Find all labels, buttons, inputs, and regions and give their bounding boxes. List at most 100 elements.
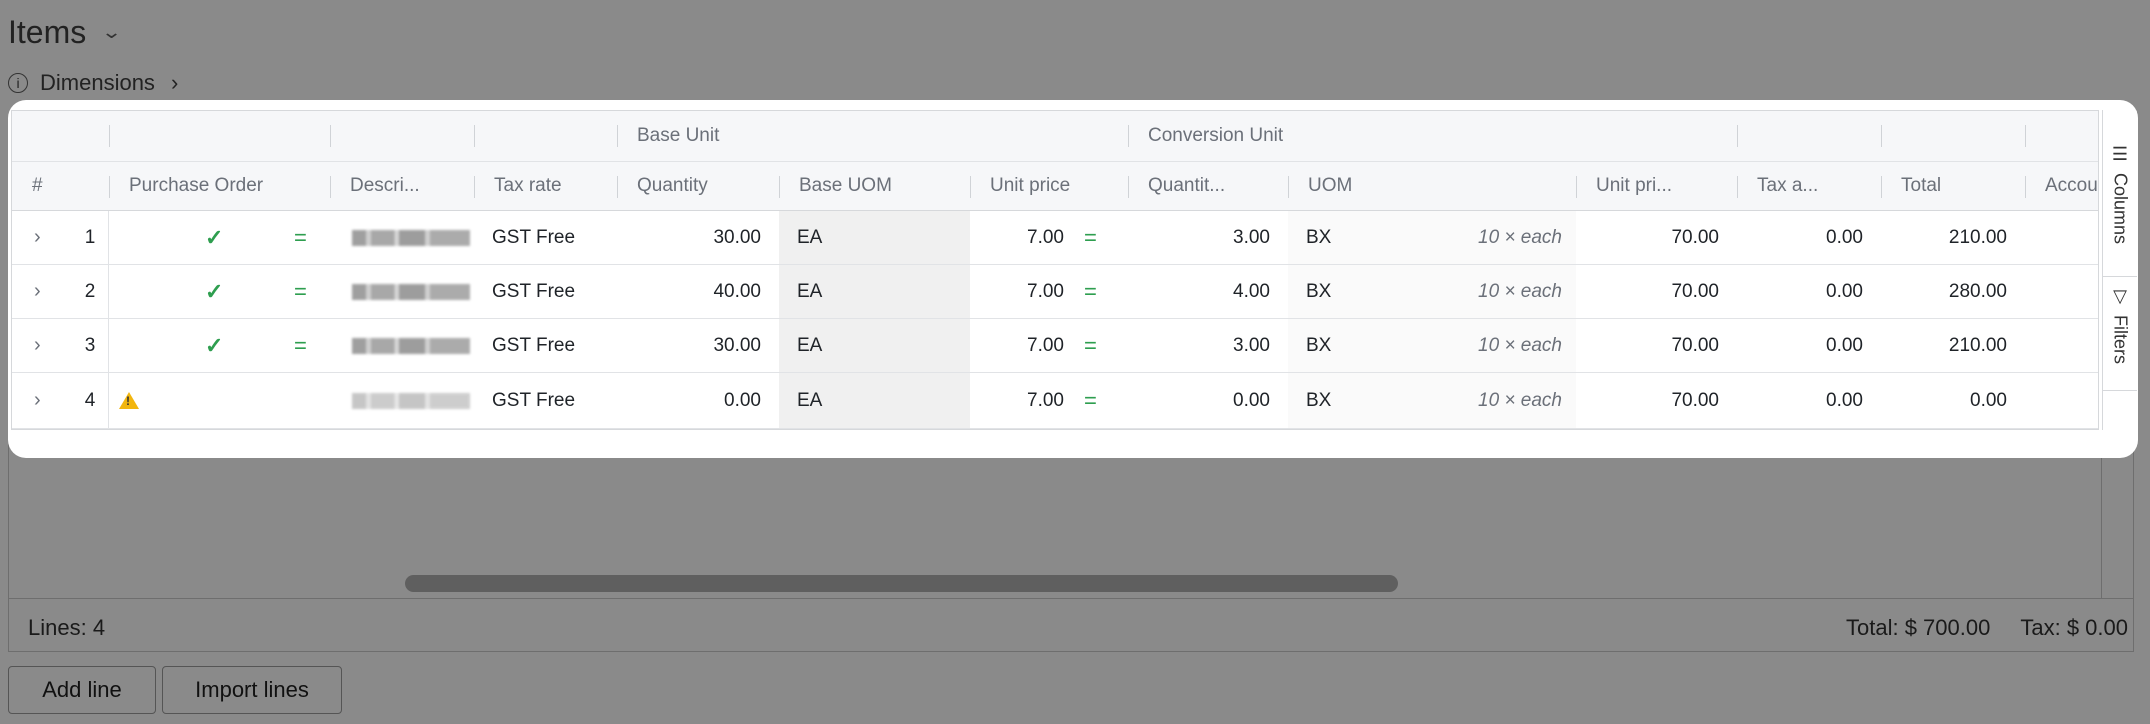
- unit-price-cell[interactable]: 7.00: [970, 211, 1082, 264]
- dimensions-link[interactable]: i Dimensions ›: [8, 70, 178, 96]
- description-cell[interactable]: [352, 265, 470, 318]
- quantity-cell[interactable]: 30.00: [617, 319, 779, 372]
- grid-side-divider: [2101, 440, 2102, 598]
- conv-quantity-cell[interactable]: 4.00: [1128, 265, 1288, 318]
- quantity-cell[interactable]: 0.00: [617, 373, 779, 428]
- col-header-conv-unit-price[interactable]: Unit pri...: [1576, 162, 1737, 210]
- po-matched-check-icon: ✓: [205, 224, 224, 250]
- tax-rate-cell[interactable]: GST Free: [474, 265, 575, 318]
- expand-row-icon[interactable]: ›: [34, 265, 41, 318]
- equals-icon[interactable]: =: [294, 211, 307, 264]
- base-uom-cell: EA: [779, 265, 970, 318]
- expand-row-icon[interactable]: ›: [34, 211, 41, 264]
- items-title-dropdown[interactable]: Items ⌄: [8, 14, 122, 51]
- quantity-cell[interactable]: 40.00: [617, 265, 779, 318]
- col-header-uom[interactable]: UOM: [1288, 162, 1576, 210]
- equals-icon[interactable]: =: [294, 319, 307, 372]
- col-header-num[interactable]: #: [12, 162, 109, 210]
- row-number: 3: [72, 319, 109, 372]
- filter-icon: ▽: [2113, 286, 2127, 306]
- unit-price-cell[interactable]: 7.00: [970, 265, 1082, 318]
- uom-conversion-note: 10 × each: [1478, 389, 1562, 411]
- col-header-account[interactable]: Accou: [2025, 162, 2098, 210]
- table-row[interactable]: › 3 ✓ = GST Free 30.00 EA 7.00 = 3.00 BX…: [12, 319, 2098, 373]
- row-number: 4: [72, 373, 109, 428]
- unit-price-cell[interactable]: 7.00: [970, 373, 1082, 428]
- columns-icon: ☰: [2111, 144, 2129, 164]
- tax-amount-cell[interactable]: 0.00: [1737, 265, 1881, 318]
- conv-quantity-cell[interactable]: 3.00: [1128, 319, 1288, 372]
- description-cell[interactable]: [352, 319, 470, 372]
- equals-icon[interactable]: =: [1084, 211, 1097, 264]
- col-header-base-uom[interactable]: Base UOM: [779, 162, 970, 210]
- uom-cell[interactable]: BX 10 × each: [1288, 319, 1576, 372]
- tax-rate-cell[interactable]: GST Free: [474, 211, 575, 264]
- tax-amount-cell[interactable]: 0.00: [1737, 211, 1881, 264]
- total-cell: 280.00: [1948, 280, 2007, 302]
- tax-amount-cell[interactable]: 0.00: [1737, 373, 1881, 428]
- group-header-conversion-unit: Conversion Unit: [1148, 125, 1284, 146]
- import-lines-button[interactable]: Import lines: [162, 666, 342, 714]
- col-header-tax-amount[interactable]: Tax a...: [1737, 162, 1881, 210]
- uom-value: BX: [1306, 389, 1332, 411]
- uom-conversion-note: 10 × each: [1478, 334, 1562, 356]
- tax-rate-cell[interactable]: GST Free: [474, 373, 575, 428]
- description-cell[interactable]: [352, 373, 470, 428]
- column-header-row: # Purchase Order Descri... Tax rate Quan…: [12, 162, 2098, 211]
- row-number: 1: [72, 211, 109, 264]
- col-header-total[interactable]: Total: [1881, 162, 2025, 210]
- uom-cell[interactable]: BX 10 × each: [1288, 211, 1576, 264]
- total-cell: 210.00: [1948, 334, 2007, 356]
- description-cell[interactable]: [352, 211, 470, 264]
- add-line-button[interactable]: Add line: [8, 666, 156, 714]
- conv-unit-price-cell[interactable]: 70.00: [1576, 319, 1737, 372]
- info-icon: i: [8, 73, 28, 93]
- columns-tab[interactable]: ☰ Columns: [2103, 144, 2137, 244]
- col-header-tax-rate[interactable]: Tax rate: [474, 162, 617, 210]
- po-matched-check-icon: ✓: [205, 332, 224, 358]
- col-header-unit-price[interactable]: Unit price: [970, 162, 1128, 210]
- page-header: Items ⌄: [8, 14, 122, 51]
- expand-row-icon[interactable]: ›: [34, 319, 41, 372]
- col-header-quantity[interactable]: Quantity: [617, 162, 779, 210]
- conv-unit-price-cell[interactable]: 70.00: [1576, 265, 1737, 318]
- uom-value: BX: [1306, 280, 1332, 302]
- conv-quantity-cell[interactable]: 3.00: [1128, 211, 1288, 264]
- uom-cell[interactable]: BX 10 × each: [1288, 265, 1576, 318]
- tax-rate-cell[interactable]: GST Free: [474, 319, 575, 372]
- tax-amount: Tax: $ 0.00: [2020, 615, 2128, 640]
- table-row[interactable]: › 1 ✓ = GST Free 30.00 EA 7.00 = 3.00 BX…: [12, 211, 2098, 265]
- base-uom-cell: EA: [779, 319, 970, 372]
- table-row[interactable]: › 2 ✓ = GST Free 40.00 EA 7.00 = 4.00 BX…: [12, 265, 2098, 319]
- conv-unit-price-cell[interactable]: 70.00: [1576, 211, 1737, 264]
- table-row[interactable]: › 4 GST Free 0.00 EA 7.00 = 0.00 BX 10 ×…: [12, 373, 2098, 429]
- unit-price-cell[interactable]: 7.00: [970, 319, 1082, 372]
- side-panel-tabs: ☰ Columns ▽ Filters: [2102, 110, 2137, 430]
- group-header-row: Base Unit Conversion Unit: [12, 111, 2098, 162]
- horizontal-scrollbar[interactable]: [405, 575, 1398, 592]
- col-header-description[interactable]: Descri...: [330, 162, 474, 210]
- filters-tab[interactable]: ▽ Filters: [2103, 286, 2137, 364]
- conv-unit-price-cell[interactable]: 70.00: [1576, 373, 1737, 428]
- quantity-cell[interactable]: 30.00: [617, 211, 779, 264]
- expand-row-icon[interactable]: ›: [34, 373, 41, 428]
- equals-icon[interactable]: =: [1084, 319, 1097, 372]
- grid-empty-area: [8, 440, 2134, 652]
- total-cell: 210.00: [1948, 226, 2007, 248]
- uom-conversion-note: 10 × each: [1478, 226, 1562, 248]
- footer-divider: [8, 598, 2134, 599]
- col-header-conv-quantity[interactable]: Quantit...: [1128, 162, 1288, 210]
- uom-cell[interactable]: BX 10 × each: [1288, 373, 1576, 428]
- dimensions-label: Dimensions: [40, 70, 155, 95]
- equals-icon[interactable]: =: [294, 265, 307, 318]
- base-uom-cell: EA: [779, 211, 970, 264]
- equals-icon[interactable]: =: [1084, 373, 1097, 428]
- uom-value: BX: [1306, 334, 1332, 356]
- lines-count: Lines: 4: [28, 615, 106, 640]
- conv-quantity-cell[interactable]: 0.00: [1128, 373, 1288, 428]
- tax-amount-cell[interactable]: 0.00: [1737, 319, 1881, 372]
- equals-icon[interactable]: =: [1084, 265, 1097, 318]
- totals-summary: Total: $ 700.00 Tax: $ 0.00: [1846, 615, 2128, 641]
- col-header-purchase-order[interactable]: Purchase Order: [109, 162, 330, 210]
- uom-value: BX: [1306, 226, 1332, 248]
